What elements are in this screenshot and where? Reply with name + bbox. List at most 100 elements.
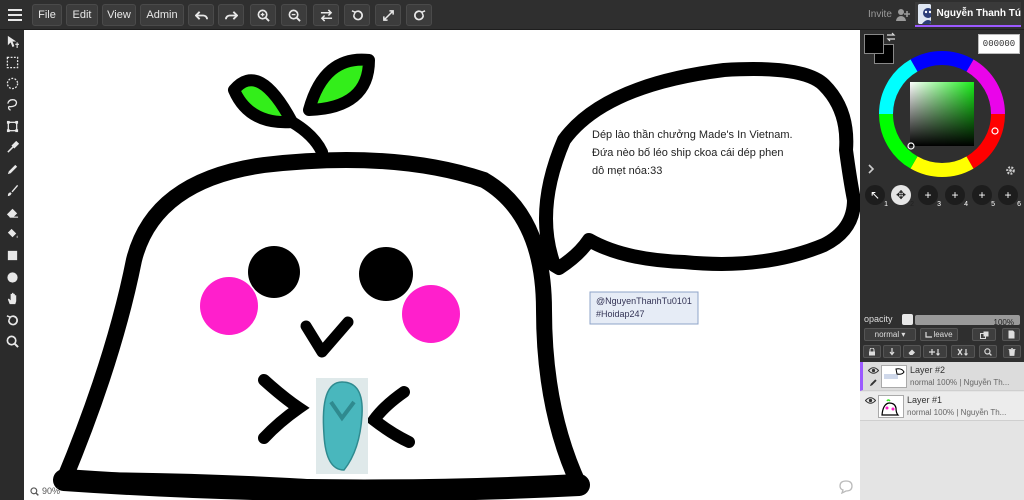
- layer-list: Layer #2 normal 100% | Nguyễn Th... Laye…: [860, 362, 1024, 500]
- chevron-right-icon[interactable]: [866, 164, 876, 174]
- primary-color-swatch[interactable]: [864, 34, 884, 54]
- user-name: Nguyễn Thanh Tú: [936, 8, 1021, 19]
- drawing-canvas[interactable]: Dép lào thần chưởng Made's In Vietnam. Đ…: [24, 30, 860, 500]
- ellipse-tool[interactable]: [3, 268, 21, 286]
- add-user-icon[interactable]: [896, 8, 910, 21]
- clear-layer-button[interactable]: [903, 345, 921, 358]
- flip-button[interactable]: [313, 4, 339, 26]
- pencil-icon: [869, 379, 877, 387]
- magnifier-icon: [30, 486, 39, 496]
- lasso-tool[interactable]: [3, 95, 21, 113]
- rect-select-tool[interactable]: [3, 53, 21, 71]
- avatar: [918, 3, 931, 24]
- rotate-left-button[interactable]: [344, 4, 370, 26]
- zoom-out-icon: [288, 9, 301, 22]
- layer-item-2[interactable]: Layer #2 normal 100% | Nguyễn Th...: [860, 362, 1024, 391]
- layer-search-button[interactable]: [979, 345, 997, 358]
- opacity-label: opacity: [864, 314, 893, 324]
- eye-icon[interactable]: [868, 366, 879, 375]
- hand-icon: [7, 292, 16, 304]
- pen-tool[interactable]: [3, 160, 21, 178]
- magnifier-icon: [6, 335, 19, 348]
- brush-slot-2[interactable]: ✥ 2: [891, 185, 914, 208]
- hamburger-menu-icon[interactable]: [4, 4, 26, 26]
- brush-slot-1[interactable]: ↖ 1: [865, 185, 888, 208]
- zoom-tool[interactable]: [3, 332, 21, 350]
- edit-menu-button[interactable]: Edit: [66, 4, 98, 26]
- layer-thumbnail: [878, 395, 904, 418]
- invite-link[interactable]: Invite: [868, 9, 892, 20]
- speech-line-3: dô mẹt nóa:33: [592, 165, 663, 177]
- watermark-line-1: @NguyenThanhTu0101: [596, 296, 692, 306]
- hand-tool[interactable]: [3, 289, 21, 307]
- layer-thumbnail: [881, 365, 907, 388]
- brush-icon: [7, 184, 18, 196]
- leave-button[interactable]: leave: [920, 328, 958, 341]
- undo-icon: [194, 10, 208, 20]
- brush-slot-number: 2: [910, 201, 914, 208]
- undo-button[interactable]: [188, 4, 214, 26]
- layer-name: Layer #1: [907, 395, 943, 405]
- new-page-icon: [1008, 330, 1014, 339]
- delete-layer-button[interactable]: [1003, 345, 1021, 358]
- right-eye: [359, 247, 413, 301]
- zoom-out-button[interactable]: [281, 4, 307, 26]
- zoom-indicator[interactable]: 90%: [30, 486, 60, 496]
- brush-slot-6[interactable]: +6: [998, 185, 1021, 208]
- opacity-slider[interactable]: 100%: [915, 315, 1020, 327]
- transform-tool[interactable]: [3, 117, 21, 135]
- rotate-right-icon: [413, 9, 425, 20]
- redo-button[interactable]: [218, 4, 244, 26]
- rect-select-icon: [6, 56, 18, 68]
- cut-selection-button[interactable]: [951, 345, 975, 358]
- lasso-icon: [6, 98, 17, 111]
- move-tool[interactable]: [3, 32, 21, 50]
- user-profile-box[interactable]: Nguyễn Thanh Tú: [915, 2, 1021, 27]
- ellipse-select-tool[interactable]: [3, 74, 21, 92]
- zoom-in-button[interactable]: [250, 4, 276, 26]
- right-cheek: [402, 285, 460, 343]
- speech-line-2: Đứa nèo bố léo ship ckoa cái dép phen: [592, 147, 784, 159]
- gear-icon[interactable]: [1005, 165, 1016, 176]
- rectangle-tool[interactable]: [3, 246, 21, 264]
- chat-bubble-icon[interactable]: [838, 480, 854, 494]
- new-layer-button[interactable]: [1002, 328, 1020, 341]
- duplicate-layer-button[interactable]: [972, 328, 996, 341]
- opacity-toggle[interactable]: [902, 314, 913, 325]
- merge-down-button[interactable]: [883, 345, 901, 358]
- swap-colors-icon[interactable]: [886, 32, 896, 42]
- eye-icon[interactable]: [865, 396, 876, 405]
- admin-menu-button[interactable]: Admin: [140, 4, 184, 26]
- brush-slot-5[interactable]: +5: [972, 185, 995, 208]
- flip-horizontal-icon: [320, 8, 332, 22]
- left-leaf: [228, 74, 298, 129]
- rotate-tool[interactable]: [3, 311, 21, 329]
- fill-tool[interactable]: [3, 224, 21, 242]
- color-wheel[interactable]: [878, 50, 1006, 178]
- eraser-tool[interactable]: [3, 203, 21, 221]
- layer-controls: normal ▾ leave: [860, 328, 1024, 344]
- layer-info: normal 100% | Nguyễn Th...: [907, 408, 1007, 417]
- layer-item-1[interactable]: Layer #1 normal 100% | Nguyễn Th...: [860, 392, 1024, 421]
- zoom-in-icon: [257, 9, 270, 22]
- speech-line-1: Dép lào thần chưởng Made's In Vietnam.: [592, 129, 793, 141]
- brush-slot-number: 5: [991, 201, 995, 208]
- add-to-selection-button[interactable]: [923, 345, 947, 358]
- eyedropper-tool[interactable]: [3, 138, 21, 156]
- brush-slot-4[interactable]: +4: [945, 185, 968, 208]
- mouth: [300, 316, 354, 358]
- lock-layer-button[interactable]: [863, 345, 881, 358]
- duplicate-icon: [979, 331, 988, 339]
- brush-tool[interactable]: [3, 181, 21, 199]
- tool-palette: [0, 30, 24, 500]
- brush-slot-3[interactable]: +3: [918, 185, 941, 208]
- top-menu-bar: File Edit View Admin Invite Nguyễn Thanh…: [0, 0, 1024, 30]
- brush-slot-number: 3: [937, 201, 941, 208]
- rotate-right-button[interactable]: [406, 4, 432, 26]
- redo-icon: [224, 10, 238, 20]
- right-panel: 000000 ↖ 1 ✥ 2 +3 +4 +5 +6 opacity 100% …: [860, 30, 1024, 500]
- fit-screen-button[interactable]: [375, 4, 401, 26]
- file-menu-button[interactable]: File: [32, 4, 62, 26]
- view-menu-button[interactable]: View: [102, 4, 136, 26]
- blend-mode-select[interactable]: normal ▾: [864, 328, 916, 341]
